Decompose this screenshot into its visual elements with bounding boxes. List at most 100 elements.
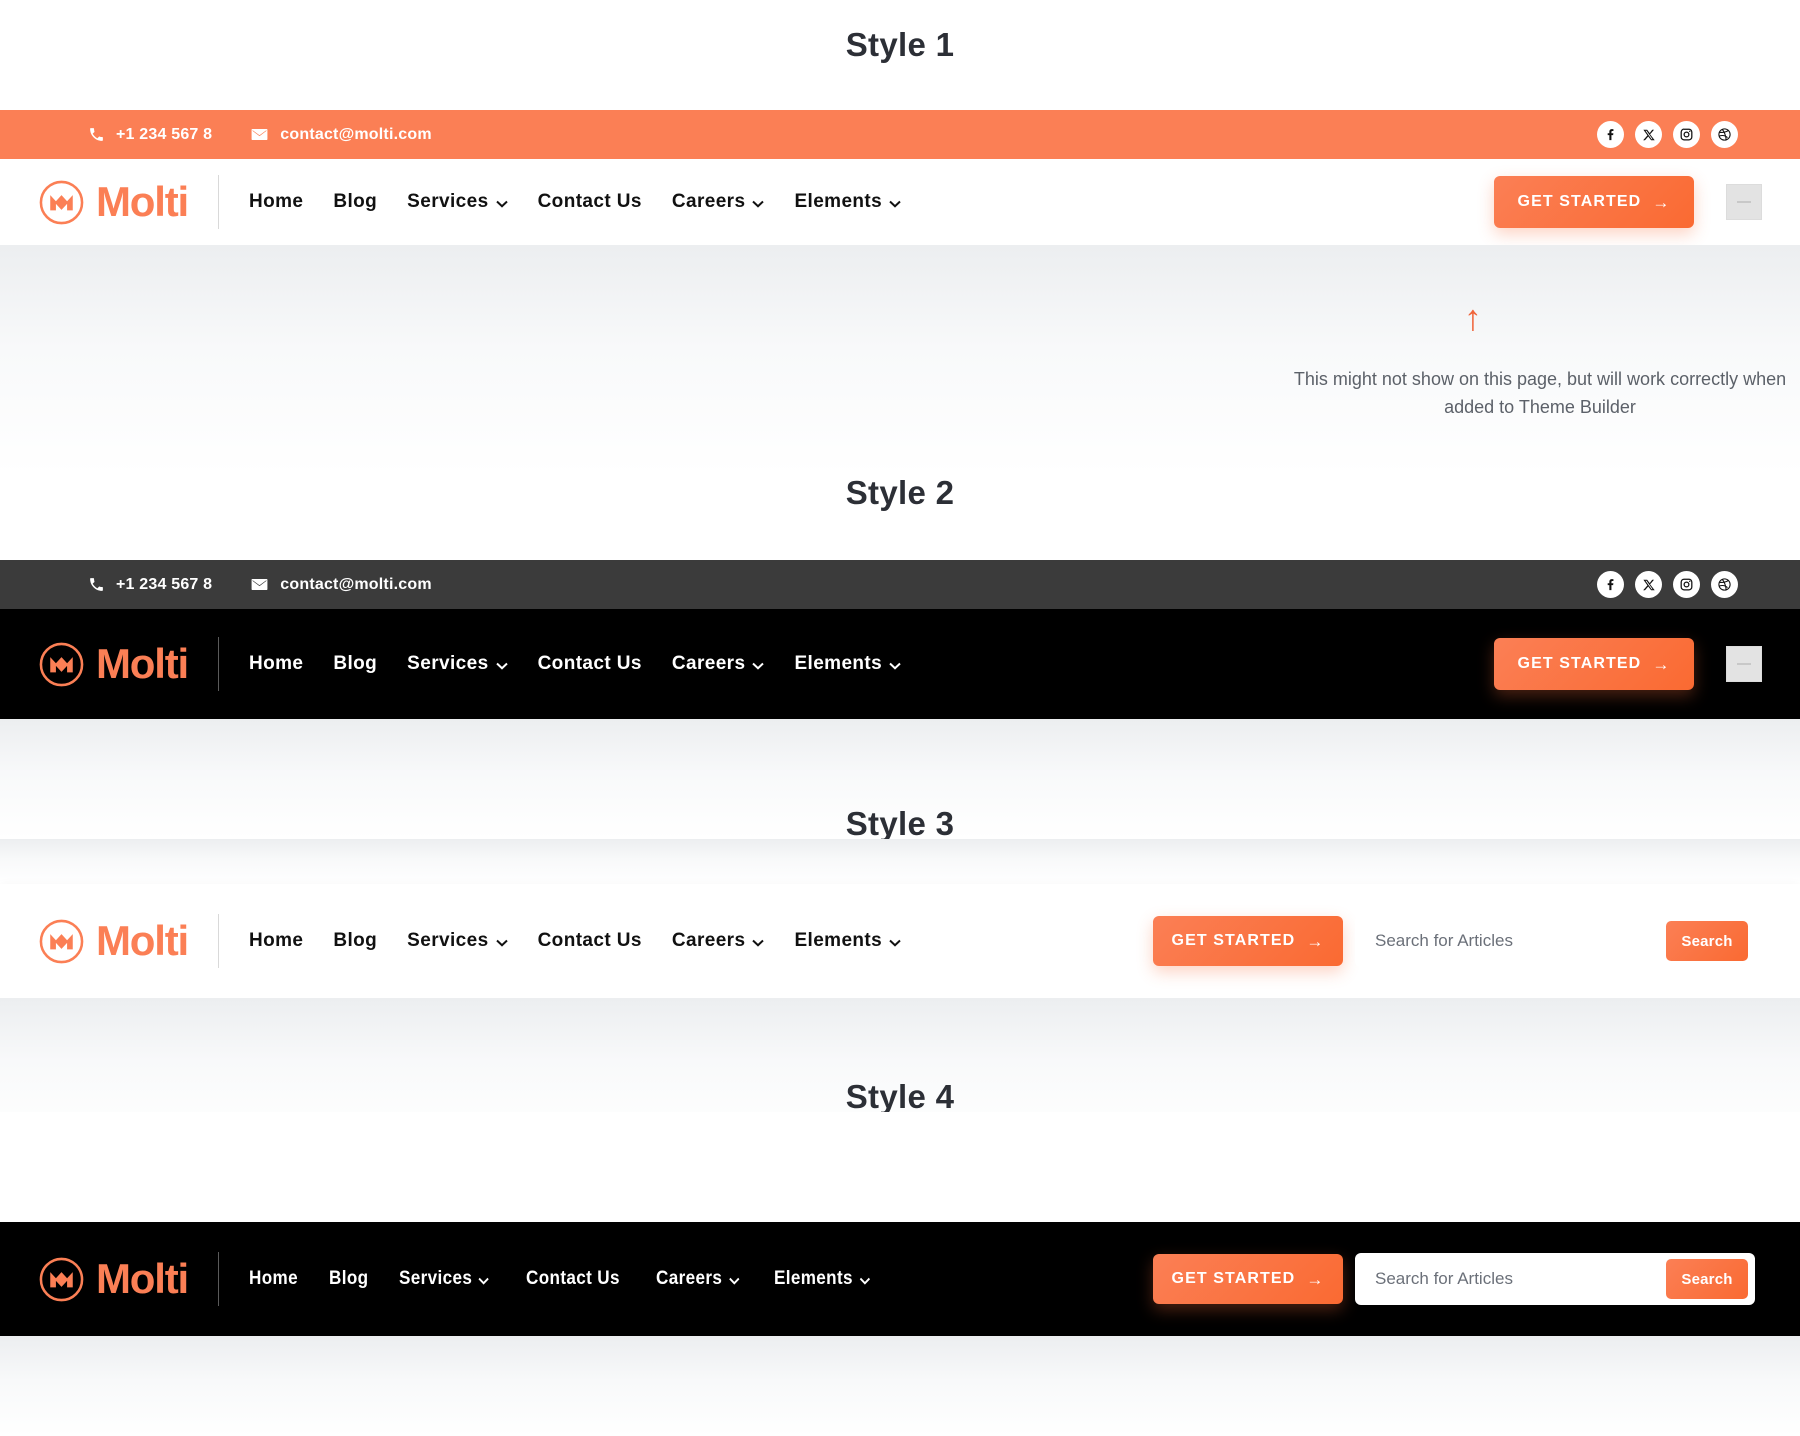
nav-item-blog[interactable]: Blog xyxy=(333,653,377,675)
nav-item-careers[interactable]: Careers xyxy=(672,930,765,952)
theme-builder-note: This might not show on this page, but wi… xyxy=(1280,365,1800,422)
nav-item-services[interactable]: Services xyxy=(407,653,507,675)
x-twitter-icon[interactable] xyxy=(1635,571,1662,598)
nav-item-label: Elements xyxy=(794,191,882,213)
chevron-down-icon xyxy=(752,939,764,947)
email-contact[interactable]: contact@molti.com xyxy=(250,125,431,144)
nav-item-blog[interactable]: Blog xyxy=(333,930,377,952)
section-heading-style-3: Style 3 xyxy=(0,805,1800,843)
get-started-button[interactable]: GET STARTED → xyxy=(1153,916,1343,966)
instagram-icon[interactable] xyxy=(1673,121,1700,148)
nav-links-style-3: Home Blog Services Contact Us Careers El… xyxy=(249,930,901,952)
search-input[interactable] xyxy=(1355,931,1666,951)
style-3-top-gradient xyxy=(0,839,1800,884)
nav-item-elements[interactable]: Elements xyxy=(794,930,901,952)
phone-contact[interactable]: +1 234 567 8 xyxy=(88,126,212,144)
nav-item-home[interactable]: Home xyxy=(249,930,303,952)
nav-item-contact-us[interactable]: Contact Us xyxy=(526,1268,620,1290)
instagram-icon[interactable] xyxy=(1673,571,1700,598)
chevron-down-icon xyxy=(752,662,764,670)
nav-links-style-4: Home Blog Services Contact Us Careers El… xyxy=(249,1268,881,1290)
nav-item-label: Elements xyxy=(774,1268,853,1290)
arrow-right-icon: → xyxy=(1652,194,1670,211)
style-4-body-panel xyxy=(0,1336,1800,1436)
nav-item-label: Home xyxy=(249,930,303,952)
nav-item-contact-us[interactable]: Contact Us xyxy=(538,653,642,675)
phone-icon xyxy=(88,126,105,143)
dribbble-icon[interactable] xyxy=(1711,121,1738,148)
nav-item-services[interactable]: Services xyxy=(407,191,507,213)
navbar-actions-style-1: GET STARTED → xyxy=(1494,176,1762,228)
nav-item-home[interactable]: Home xyxy=(249,191,303,213)
envelope-icon xyxy=(250,575,269,594)
get-started-label: GET STARTED xyxy=(1172,1270,1296,1288)
chevron-down-icon xyxy=(889,200,901,208)
style-4-top-spacer xyxy=(0,1112,1800,1222)
nav-item-label: Services xyxy=(407,191,488,213)
logo-style-3[interactable]: Molti xyxy=(38,918,188,965)
dribbble-icon[interactable] xyxy=(1711,571,1738,598)
nav-item-contact-us[interactable]: Contact Us xyxy=(538,191,642,213)
broken-image-placeholder[interactable] xyxy=(1726,646,1762,682)
chevron-down-icon xyxy=(752,200,764,208)
nav-item-elements[interactable]: Elements xyxy=(794,191,901,213)
chevron-down-icon xyxy=(496,200,508,208)
nav-item-elements[interactable]: Elements xyxy=(794,653,901,675)
nav-item-home[interactable]: Home xyxy=(249,1268,298,1290)
style-1-body-panel: ↑ This might not show on this page, but … xyxy=(0,245,1800,475)
logo-text: Molti xyxy=(96,643,188,685)
nav-item-contact-us[interactable]: Contact Us xyxy=(538,930,642,952)
nav-item-elements[interactable]: Elements xyxy=(774,1268,870,1290)
topbar-style-1: +1 234 567 8 contact@molti.com xyxy=(0,110,1800,159)
search-button[interactable]: Search xyxy=(1666,921,1748,961)
nav-item-label: Blog xyxy=(333,930,377,952)
section-heading-style-1: Style 1 xyxy=(0,26,1800,64)
get-started-button[interactable]: GET STARTED → xyxy=(1494,176,1694,228)
search-button[interactable]: Search xyxy=(1666,1259,1748,1299)
nav-item-label: Blog xyxy=(333,191,377,213)
search-bar-style-4: Search xyxy=(1355,1253,1755,1305)
nav-item-home[interactable]: Home xyxy=(249,653,303,675)
logo-style-4[interactable]: Molti xyxy=(38,1256,188,1303)
broken-image-placeholder[interactable] xyxy=(1726,184,1762,220)
facebook-icon[interactable] xyxy=(1597,121,1624,148)
nav-item-services[interactable]: Services xyxy=(399,1268,489,1290)
navbar-actions-style-2: GET STARTED → xyxy=(1494,638,1762,690)
nav-item-careers[interactable]: Careers xyxy=(656,1268,739,1290)
navbar-style-1: Molti Home Blog Services Contact Us Care… xyxy=(0,159,1800,245)
nav-item-services[interactable]: Services xyxy=(407,930,507,952)
chevron-down-icon xyxy=(889,939,901,947)
nav-item-careers[interactable]: Careers xyxy=(672,653,765,675)
navbar-style-4: Molti Home Blog Services Contact Us Care… xyxy=(0,1222,1800,1336)
nav-item-label: Careers xyxy=(672,653,746,675)
get-started-button[interactable]: GET STARTED → xyxy=(1494,638,1694,690)
nav-item-label: Contact Us xyxy=(538,930,642,952)
x-twitter-icon[interactable] xyxy=(1635,121,1662,148)
logo-style-2[interactable]: Molti xyxy=(38,641,188,688)
arrow-right-icon: → xyxy=(1652,656,1670,673)
molti-m-circle-logo-icon xyxy=(38,179,85,226)
nav-item-blog[interactable]: Blog xyxy=(329,1268,368,1290)
facebook-icon[interactable] xyxy=(1597,571,1624,598)
nav-item-label: Careers xyxy=(656,1268,722,1290)
topbar-style-2: +1 234 567 8 contact@molti.com xyxy=(0,560,1800,609)
page-root: Style 1 +1 234 567 8 contact@molti.com xyxy=(0,0,1800,1436)
search-input[interactable] xyxy=(1355,1269,1666,1289)
email-address: contact@molti.com xyxy=(280,576,431,594)
envelope-icon xyxy=(250,125,269,144)
nav-item-label: Contact Us xyxy=(538,653,642,675)
email-contact[interactable]: contact@molti.com xyxy=(250,575,431,594)
nav-item-blog[interactable]: Blog xyxy=(333,191,377,213)
molti-m-circle-logo-icon xyxy=(38,641,85,688)
logo-style-1[interactable]: Molti xyxy=(38,179,188,226)
navbar-style-3: Molti Home Blog Services Contact Us Care… xyxy=(0,884,1800,998)
nav-item-careers[interactable]: Careers xyxy=(672,191,765,213)
phone-number: +1 234 567 8 xyxy=(116,576,212,594)
logo-divider xyxy=(218,637,219,691)
nav-item-label: Home xyxy=(249,1268,298,1290)
phone-contact[interactable]: +1 234 567 8 xyxy=(88,576,212,594)
nav-item-label: Services xyxy=(407,930,488,952)
nav-item-label: Home xyxy=(249,653,303,675)
get-started-button[interactable]: GET STARTED → xyxy=(1153,1254,1343,1304)
search-bar-style-3: Search xyxy=(1355,915,1755,967)
